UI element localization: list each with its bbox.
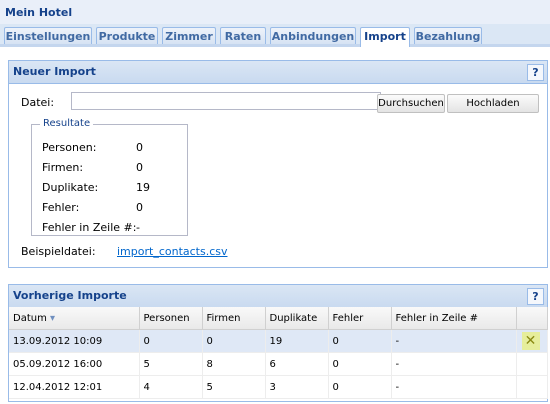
result-label-duplicates: Duplikate:	[42, 181, 99, 194]
cell-actions: ✕	[516, 329, 548, 353]
tab-zimmer[interactable]: Zimmer	[162, 27, 216, 44]
cell-duplicates: 19	[265, 329, 329, 353]
tab-import[interactable]: Import	[360, 27, 410, 47]
tab-bar: Einstellungen Produkte Zimmer Raten Anbi…	[0, 24, 550, 47]
cell-companies: 8	[202, 352, 266, 376]
results-legend: Resultate	[40, 118, 94, 129]
column-header-companies[interactable]: Firmen	[202, 307, 266, 330]
cell-persons: 4	[139, 375, 203, 399]
cell-date: 05.09.2012 16:00	[9, 352, 140, 376]
column-header-persons[interactable]: Personen	[139, 307, 203, 330]
previous-imports-title: Vorherige Importe	[13, 289, 127, 302]
file-label: Datei:	[21, 96, 55, 109]
cell-actions	[516, 375, 548, 399]
result-value-duplicates: 19	[136, 181, 150, 194]
cell-duplicates: 6	[265, 352, 329, 376]
table-row[interactable]: 05.09.2012 16:00 5 8 6 0 -	[9, 352, 548, 376]
sort-arrow-icon: ▾	[50, 312, 56, 324]
tab-anbindungen[interactable]: Anbindungen	[270, 27, 356, 44]
cell-error-lines: -	[391, 352, 517, 376]
cell-errors: 0	[328, 329, 392, 353]
result-label-persons: Personen:	[42, 141, 97, 154]
previous-imports-panel: Vorherige Importe ? Datum ▾ Personen Fir…	[8, 284, 548, 402]
cell-date: 13.09.2012 10:09	[9, 329, 140, 353]
cell-date: 12.04.2012 12:01	[9, 375, 140, 399]
cell-errors: 0	[328, 375, 392, 399]
example-file-link[interactable]: import_contacts.csv	[117, 245, 228, 258]
table-row[interactable]: 12.04.2012 12:01 4 5 3 0 -	[9, 375, 548, 399]
browse-button[interactable]: Durchsuchen	[377, 94, 445, 113]
example-file-label: Beispieldatei:	[21, 245, 96, 258]
column-header-label: Datum	[13, 312, 47, 324]
result-value-error-lines: -	[136, 221, 140, 234]
tab-einstellungen[interactable]: Einstellungen	[4, 27, 92, 44]
file-input[interactable]	[71, 92, 381, 110]
result-value-errors: 0	[136, 201, 143, 214]
new-import-title: Neuer Import	[13, 65, 96, 78]
new-import-panel: Neuer Import ? Datei: Durchsuchen Hochla…	[8, 60, 548, 268]
cell-companies: 5	[202, 375, 266, 399]
result-label-error-lines: Fehler in Zeile #:	[42, 221, 137, 234]
cell-error-lines: -	[391, 375, 517, 399]
column-header-error-lines[interactable]: Fehler in Zeile #	[391, 307, 517, 330]
result-value-companies: 0	[136, 161, 143, 174]
result-value-persons: 0	[136, 141, 143, 154]
help-icon[interactable]: ?	[527, 288, 544, 305]
table-header-row: Datum ▾ Personen Firmen Duplikate Fehler…	[9, 307, 548, 330]
new-import-header: Neuer Import ?	[9, 61, 547, 84]
app-title: Mein Hotel	[0, 0, 550, 24]
column-header-actions	[516, 307, 548, 330]
column-header-errors[interactable]: Fehler	[328, 307, 392, 330]
cell-duplicates: 3	[265, 375, 329, 399]
table-row[interactable]: 13.09.2012 10:09 0 0 19 0 - ✕	[9, 329, 548, 353]
previous-imports-header: Vorherige Importe ?	[9, 285, 547, 308]
result-label-errors: Fehler:	[42, 201, 80, 214]
cell-persons: 5	[139, 352, 203, 376]
tab-produkte[interactable]: Produkte	[96, 27, 158, 44]
imports-table: Datum ▾ Personen Firmen Duplikate Fehler…	[9, 307, 548, 399]
results-fieldset: Resultate Personen: 0 Firmen: 0 Duplikat…	[31, 118, 188, 236]
cell-error-lines: -	[391, 329, 517, 353]
cell-errors: 0	[328, 352, 392, 376]
cell-actions	[516, 352, 548, 376]
delete-icon[interactable]: ✕	[521, 332, 540, 350]
upload-button[interactable]: Hochladen	[447, 94, 539, 113]
tab-raten[interactable]: Raten	[220, 27, 266, 44]
column-header-duplicates[interactable]: Duplikate	[265, 307, 329, 330]
tab-bezahlung[interactable]: Bezahlung	[414, 27, 482, 44]
cell-persons: 0	[139, 329, 203, 353]
result-label-companies: Firmen:	[42, 161, 84, 174]
column-header-date[interactable]: Datum ▾	[9, 307, 140, 330]
help-icon[interactable]: ?	[527, 64, 544, 81]
cell-companies: 0	[202, 329, 266, 353]
